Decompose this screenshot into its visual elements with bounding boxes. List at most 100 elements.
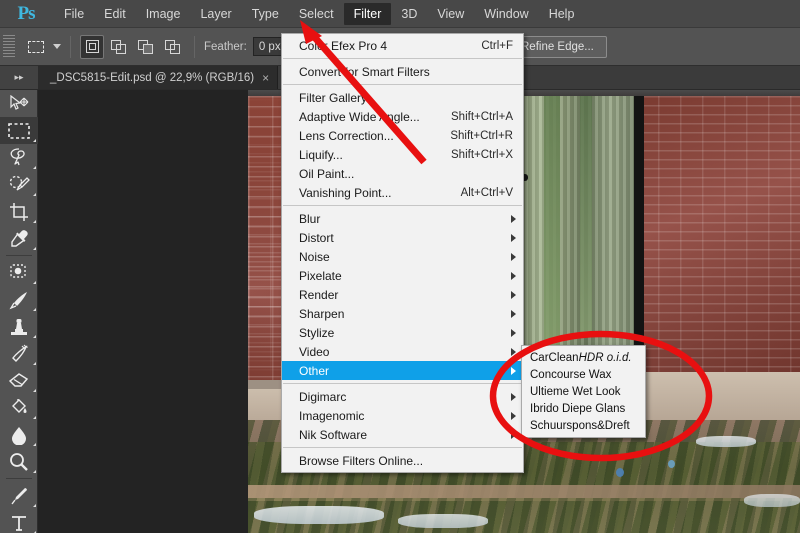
type-tool[interactable]	[0, 509, 38, 533]
spot-healing-brush-tool[interactable]	[0, 259, 38, 286]
submenu-item-ultieme-wet-look[interactable]: Ultieme Wet Look	[522, 383, 645, 400]
move-tool[interactable]	[0, 90, 38, 117]
menu-item-liquify[interactable]: Liquify... Shift+Ctrl+X	[282, 145, 523, 164]
toolbox[interactable]	[0, 66, 38, 533]
menu-item-shortcut: Shift+Ctrl+X	[451, 148, 513, 161]
tool-expand-corner-icon	[33, 220, 36, 223]
toolbox-divider	[5, 478, 32, 479]
submenu-arrow-icon	[511, 290, 516, 299]
blur-tool[interactable]	[0, 421, 38, 448]
menu-item-label: Imagenomic	[299, 408, 365, 423]
menu-select[interactable]: Select	[289, 3, 344, 25]
selection-mode-group[interactable]	[80, 34, 185, 59]
history-brush-tool[interactable]	[0, 340, 38, 367]
menu-item-color-efex-pro-4[interactable]: Color Efex Pro 4 Ctrl+F	[282, 36, 523, 55]
submenu-item-schuurspons-dreft[interactable]: Schuurspons&Dreft	[522, 417, 645, 434]
crop-tool[interactable]	[0, 198, 38, 225]
menu-item-vanishing-point[interactable]: Vanishing Point... Alt+Ctrl+V	[282, 183, 523, 202]
submenu-arrow-icon	[511, 252, 516, 261]
tool-expand-corner-icon	[33, 504, 36, 507]
menu-view[interactable]: View	[427, 3, 474, 25]
divider	[70, 35, 71, 58]
menu-divider	[283, 447, 522, 448]
filter-menu-dropdown[interactable]: Color Efex Pro 4 Ctrl+F Convert for Smar…	[281, 33, 524, 473]
menu-file[interactable]: File	[54, 3, 94, 25]
marquee-icon[interactable]	[23, 35, 49, 59]
new-selection-button[interactable]	[80, 34, 104, 59]
submenu-item-label: Ultieme Wet Look	[530, 385, 621, 398]
menu-item-label: Digimarc	[299, 389, 347, 404]
menu-item-nik-software[interactable]: Nik Software	[282, 425, 523, 444]
tool-expand-corner-icon	[33, 416, 36, 419]
menu-item-pixelate[interactable]: Pixelate	[282, 266, 523, 285]
document-tab[interactable]: _DSC5815-Edit.psd @ 22,9% (RGB/16) ×	[38, 66, 279, 89]
tool-expand-corner-icon	[33, 247, 36, 250]
menu-item-blur[interactable]: Blur	[282, 209, 523, 228]
menu-help[interactable]: Help	[539, 3, 585, 25]
eraser-tool[interactable]	[0, 367, 38, 394]
feather-label: Feather:	[204, 40, 247, 53]
menu-3d[interactable]: 3D	[391, 3, 427, 25]
tool-expand-corner-icon	[33, 193, 36, 196]
lasso-tool[interactable]	[0, 144, 38, 171]
dodge-tool[interactable]	[0, 448, 38, 475]
add-to-selection-button[interactable]	[107, 35, 131, 59]
menu-item-distort[interactable]: Distort	[282, 228, 523, 247]
menu-layer[interactable]: Layer	[190, 3, 241, 25]
menu-item-adaptive-wide-angle[interactable]: Adaptive Wide Angle... Shift+Ctrl+A	[282, 107, 523, 126]
menu-item-shortcut: Ctrl+F	[481, 39, 513, 52]
rectangular-marquee-tool[interactable]	[0, 117, 38, 144]
other-submenu[interactable]: CarClean HDR o.i.d. Concourse Wax Ultiem…	[521, 345, 646, 438]
menu-item-oil-paint[interactable]: Oil Paint...	[282, 164, 523, 183]
menu-item-video[interactable]: Video	[282, 342, 523, 361]
intersect-with-selection-button[interactable]	[161, 35, 185, 59]
chevron-down-icon[interactable]	[53, 44, 61, 49]
menu-item-render[interactable]: Render	[282, 285, 523, 304]
menu-item-filter-gallery[interactable]: Filter Gallery...	[282, 88, 523, 107]
gradient-paint-bucket-tool[interactable]	[0, 394, 38, 421]
pen-tool[interactable]	[0, 482, 38, 509]
options-bar-grip[interactable]	[3, 34, 15, 59]
submenu-arrow-icon	[511, 233, 516, 242]
brush-tool[interactable]	[0, 286, 38, 313]
menu-edit[interactable]: Edit	[94, 3, 136, 25]
menu-filter[interactable]: Filter	[343, 2, 392, 25]
menu-item-sharpen[interactable]: Sharpen	[282, 304, 523, 323]
menu-type[interactable]: Type	[242, 3, 289, 25]
menu-item-browse-filters-online[interactable]: Browse Filters Online...	[282, 451, 523, 470]
submenu-arrow-icon	[511, 366, 516, 375]
submenu-item-concourse-wax[interactable]: Concourse Wax	[522, 366, 645, 383]
menu-item-label: Vanishing Point...	[299, 185, 392, 200]
quick-selection-tool[interactable]	[0, 171, 38, 198]
menu-item-label: Filter Gallery...	[299, 90, 377, 105]
menu-item-convert-for-smart-filters[interactable]: Convert for Smart Filters	[282, 62, 523, 81]
menu-item-noise[interactable]: Noise	[282, 247, 523, 266]
menu-divider	[283, 58, 522, 59]
menu-item-shortcut: Shift+Ctrl+A	[451, 110, 513, 123]
submenu-item-label: Concourse Wax	[530, 368, 612, 381]
menu-item-label: Browse Filters Online...	[299, 453, 424, 468]
menu-item-imagenomic[interactable]: Imagenomic	[282, 406, 523, 425]
panel-expand-button[interactable]: ▸▸	[0, 66, 38, 89]
menu-item-other[interactable]: Other	[282, 361, 523, 380]
subtract-from-selection-button[interactable]	[134, 35, 158, 59]
menu-item-label: Lens Correction...	[299, 128, 394, 143]
close-icon[interactable]: ×	[262, 71, 269, 85]
submenu-arrow-icon	[511, 411, 516, 420]
photoshop-window: ▸▸ _DSC5815-Edit.psd @ 22,9% (RGB/16) × …	[0, 0, 800, 533]
submenu-item-ibrido-diepe-glans[interactable]: Ibrido Diepe Glans	[522, 400, 645, 417]
submenu-item-label: Schuurspons&Dreft	[530, 419, 630, 432]
eyedropper-tool[interactable]	[0, 225, 38, 252]
menu-window[interactable]: Window	[474, 3, 538, 25]
clone-stamp-tool[interactable]	[0, 313, 38, 340]
menu-item-label: Pixelate	[299, 268, 342, 283]
menu-item-lens-correction[interactable]: Lens Correction... Shift+Ctrl+R	[282, 126, 523, 145]
menu-image[interactable]: Image	[136, 3, 191, 25]
menu-item-digimarc[interactable]: Digimarc	[282, 387, 523, 406]
submenu-item-carclean-hdr[interactable]: CarClean HDR o.i.d.	[522, 349, 645, 366]
menu-item-stylize[interactable]: Stylize	[282, 323, 523, 342]
menu-bar-items[interactable]: File Edit Image Layer Type Select Filter…	[54, 0, 584, 28]
submenu-arrow-icon	[511, 309, 516, 318]
menu-bar[interactable]: Ps File Edit Image Layer Type Select Fil…	[0, 0, 800, 28]
submenu-arrow-icon	[511, 271, 516, 280]
